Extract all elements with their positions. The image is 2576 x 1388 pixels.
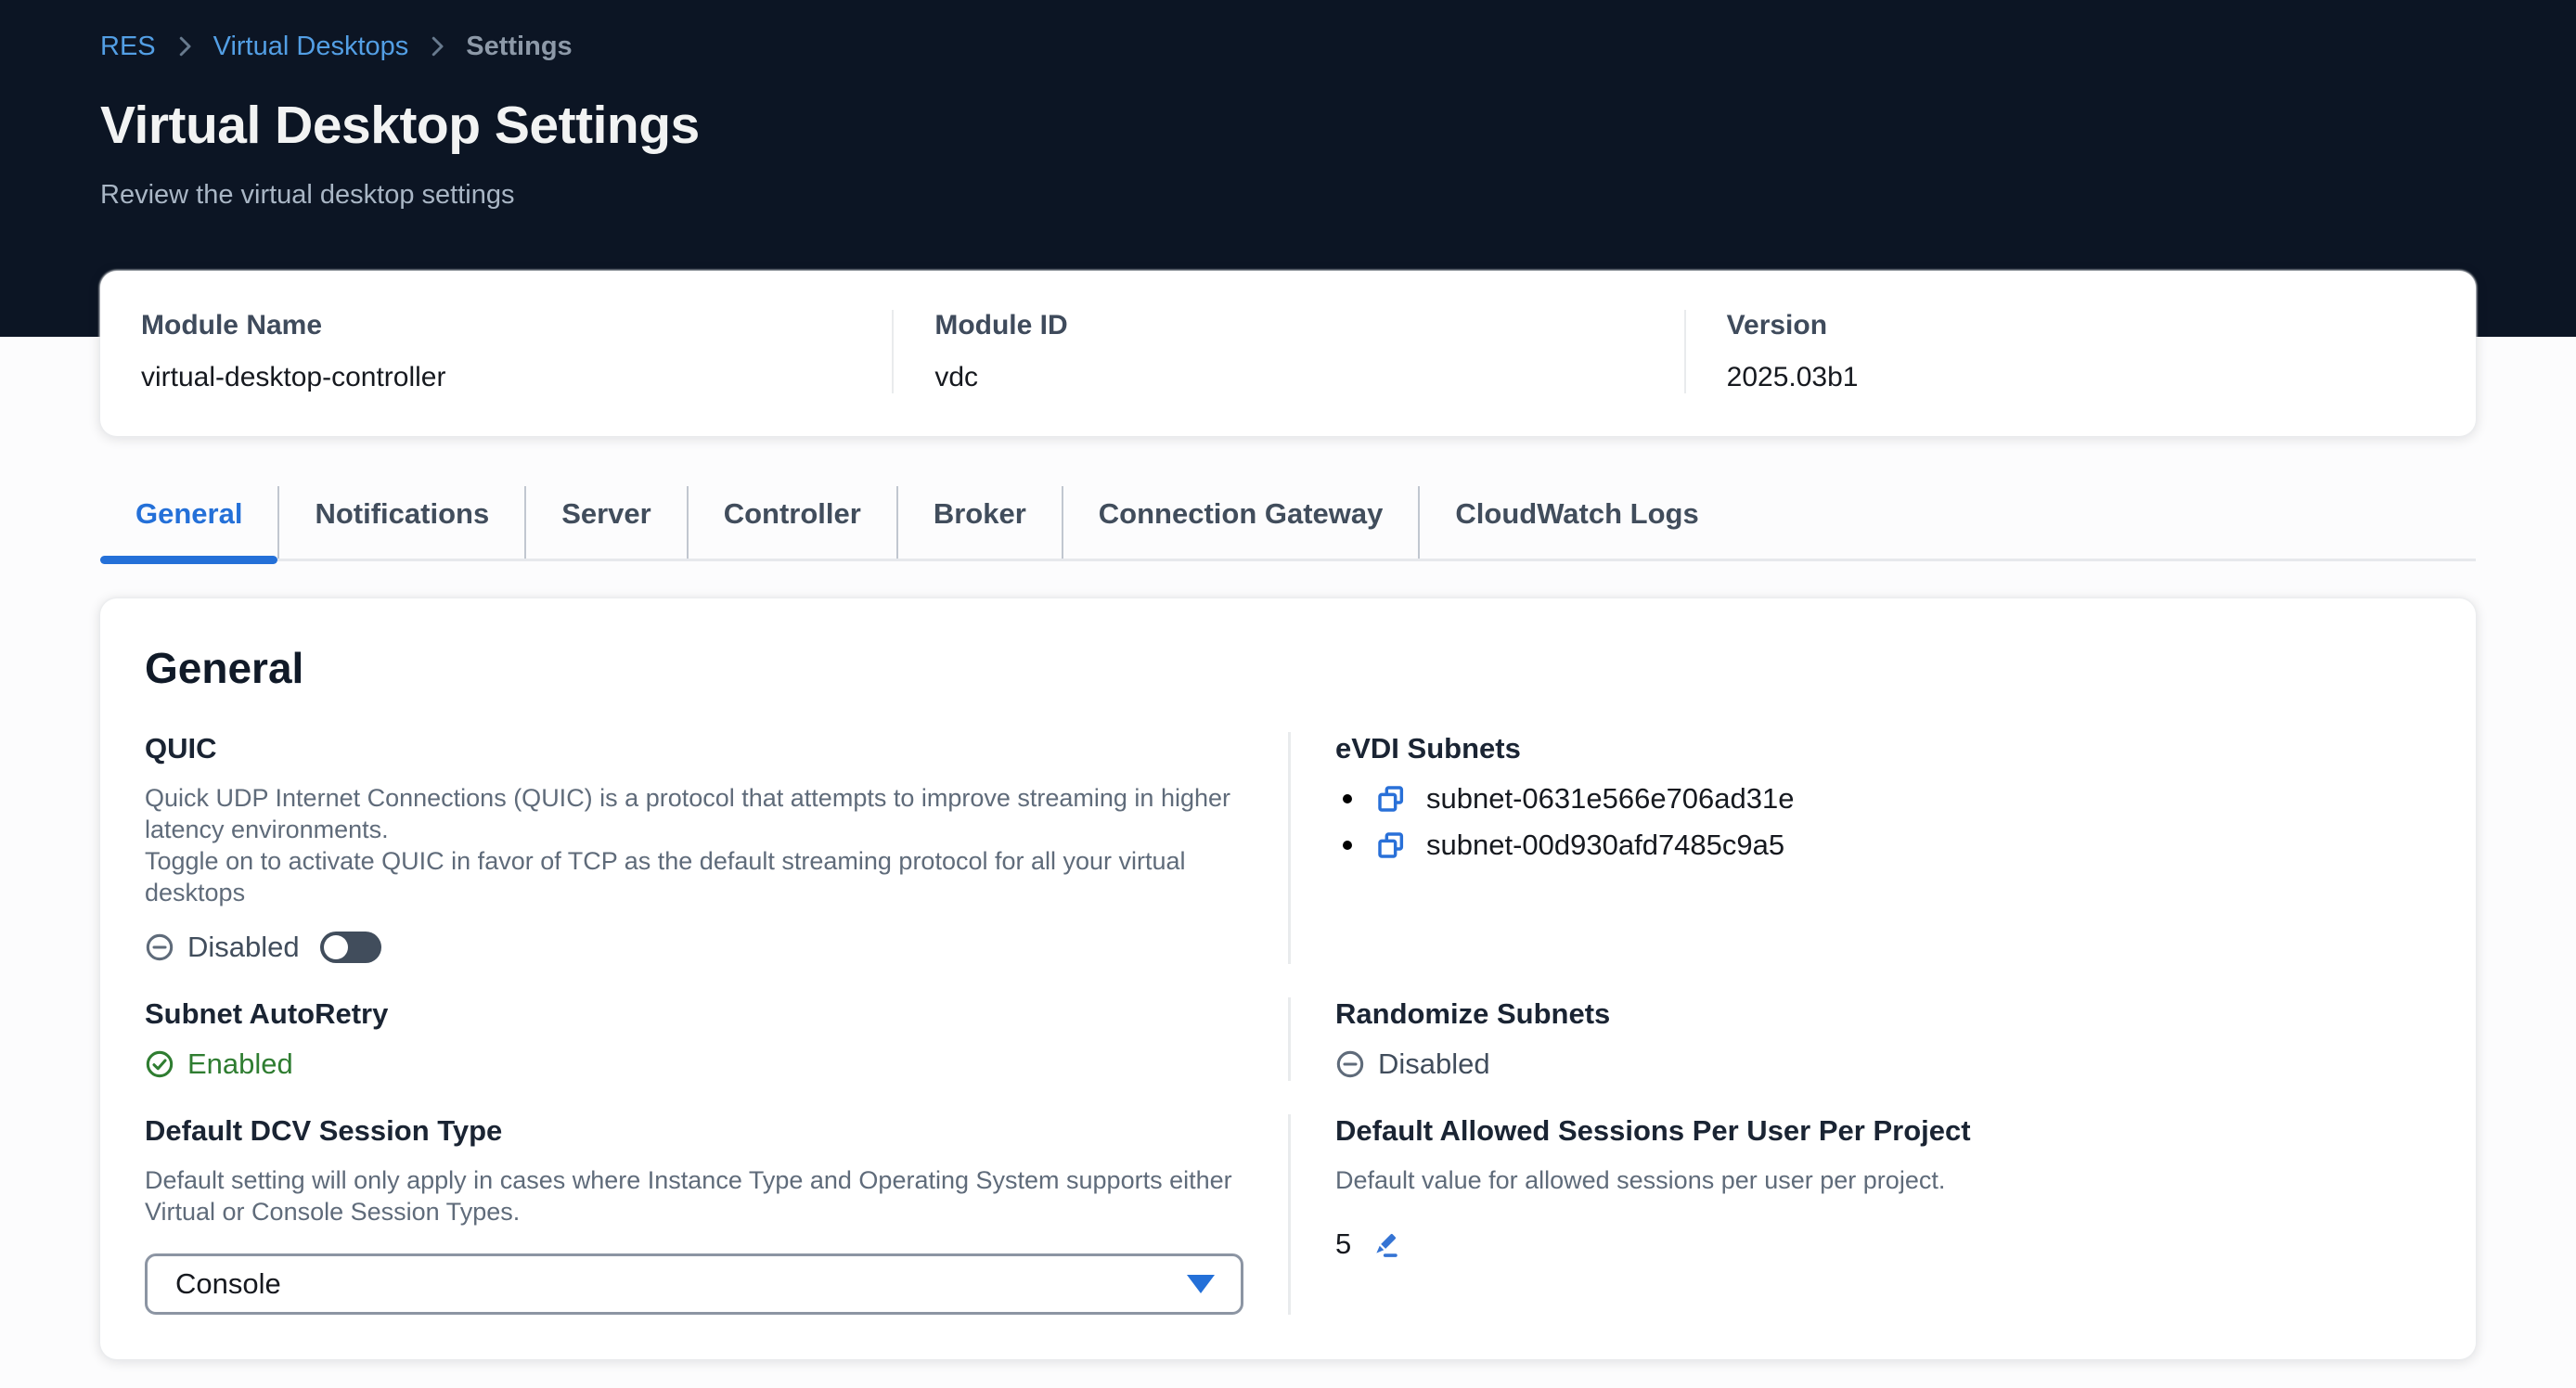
quic-status-text: Disabled bbox=[187, 931, 300, 964]
randomize-subnets-status-row: Disabled bbox=[1335, 1047, 2431, 1081]
tab-server[interactable]: Server bbox=[524, 486, 687, 559]
quic-toggle[interactable] bbox=[320, 932, 381, 963]
breadcrumb-link-res[interactable]: RES bbox=[100, 28, 156, 65]
module-id-value: vdc bbox=[934, 362, 1642, 393]
tab-notifications[interactable]: Notifications bbox=[277, 486, 524, 559]
default-allowed-sessions-field: Default Allowed Sessions Per User Per Pr… bbox=[1288, 1114, 2431, 1315]
tab-broker[interactable]: Broker bbox=[896, 486, 1062, 559]
subnet-autoretry-status-row: Enabled bbox=[145, 1047, 1243, 1081]
main-content: Module Name virtual-desktop-controller M… bbox=[100, 271, 2476, 1359]
caret-down-icon bbox=[1187, 1275, 1215, 1293]
general-section-heading: General bbox=[145, 643, 2431, 693]
subnet-id-text: subnet-00d930afd7485c9a5 bbox=[1426, 829, 1784, 862]
default-dcv-session-type-field: Default DCV Session Type Default setting… bbox=[145, 1114, 1288, 1315]
default-allowed-sessions-description: Default value for allowed sessions per u… bbox=[1335, 1164, 2431, 1196]
default-allowed-sessions-value-row: 5 bbox=[1335, 1227, 2431, 1261]
default-dcv-session-type-label: Default DCV Session Type bbox=[145, 1114, 1243, 1148]
evdi-subnets-label: eVDI Subnets bbox=[1335, 732, 2431, 765]
module-name-field: Module Name virtual-desktop-controller bbox=[100, 310, 892, 393]
version-label: Version bbox=[1727, 310, 2435, 341]
breadcrumb: RES Virtual Desktops Settings bbox=[100, 28, 2476, 65]
page-title: Virtual Desktop Settings bbox=[100, 95, 2476, 156]
subnet-autoretry-field: Subnet AutoRetry Enabled bbox=[145, 997, 1288, 1081]
module-id-label: Module ID bbox=[934, 310, 1642, 341]
randomize-subnets-status-text: Disabled bbox=[1378, 1047, 1490, 1081]
enabled-check-circle-icon bbox=[145, 1049, 174, 1079]
copy-icon[interactable] bbox=[1376, 784, 1406, 814]
default-allowed-sessions-value: 5 bbox=[1335, 1227, 1351, 1261]
settings-tabs: General Notifications Server Controller … bbox=[100, 486, 2476, 561]
default-dcv-session-type-description: Default setting will only apply in cases… bbox=[145, 1164, 1243, 1227]
randomize-subnets-label: Randomize Subnets bbox=[1335, 997, 2431, 1031]
tab-connection-gateway[interactable]: Connection Gateway bbox=[1062, 486, 1419, 559]
quic-status-row: Disabled bbox=[145, 931, 1243, 964]
edit-pencil-icon[interactable] bbox=[1370, 1228, 1401, 1260]
chevron-right-icon bbox=[423, 32, 451, 60]
breadcrumb-link-virtual-desktops[interactable]: Virtual Desktops bbox=[213, 28, 409, 65]
tab-general[interactable]: General bbox=[100, 486, 277, 559]
evdi-subnet-list: subnet-0631e566e706ad31e subnet-00d930af… bbox=[1335, 782, 2431, 862]
subnet-list-item: subnet-0631e566e706ad31e bbox=[1335, 782, 2431, 816]
copy-icon[interactable] bbox=[1376, 830, 1406, 860]
randomize-subnets-field: Randomize Subnets Disabled bbox=[1288, 997, 2431, 1081]
subnet-autoretry-label: Subnet AutoRetry bbox=[145, 997, 1243, 1031]
disabled-minus-circle-icon bbox=[145, 932, 174, 962]
toggle-knob bbox=[324, 935, 348, 959]
module-name-value: virtual-desktop-controller bbox=[141, 362, 851, 393]
default-allowed-sessions-label: Default Allowed Sessions Per User Per Pr… bbox=[1335, 1114, 2431, 1148]
quic-description-2: Toggle on to activate QUIC in favor of T… bbox=[145, 845, 1243, 908]
general-settings-card: General QUIC Quick UDP Internet Connecti… bbox=[100, 598, 2476, 1359]
dcv-session-type-selected-value: Console bbox=[175, 1267, 281, 1301]
version-value: 2025.03b1 bbox=[1727, 362, 2435, 393]
subnet-id-text: subnet-0631e566e706ad31e bbox=[1426, 782, 1795, 816]
quic-label: QUIC bbox=[145, 732, 1243, 765]
subnet-list-item: subnet-00d930afd7485c9a5 bbox=[1335, 829, 2431, 862]
breadcrumb-current: Settings bbox=[466, 28, 572, 65]
quic-description-1: Quick UDP Internet Connections (QUIC) is… bbox=[145, 782, 1243, 845]
tab-cloudwatch-logs[interactable]: CloudWatch Logs bbox=[1418, 486, 1733, 559]
tab-controller[interactable]: Controller bbox=[687, 486, 896, 559]
version-field: Version 2025.03b1 bbox=[1684, 310, 2476, 393]
settings-grid: QUIC Quick UDP Internet Connections (QUI… bbox=[145, 732, 2431, 1315]
module-name-label: Module Name bbox=[141, 310, 851, 341]
module-id-field: Module ID vdc bbox=[892, 310, 1683, 393]
evdi-subnets-field: eVDI Subnets subnet-0631e566e706ad31e su… bbox=[1288, 732, 2431, 964]
subnet-autoretry-status-text: Enabled bbox=[187, 1047, 293, 1081]
quic-field: QUIC Quick UDP Internet Connections (QUI… bbox=[145, 732, 1288, 964]
dcv-session-type-select[interactable]: Console bbox=[145, 1253, 1243, 1315]
module-info-card: Module Name virtual-desktop-controller M… bbox=[100, 271, 2476, 436]
page-subtitle: Review the virtual desktop settings bbox=[100, 180, 2476, 211]
disabled-minus-circle-icon bbox=[1335, 1049, 1365, 1079]
chevron-right-icon bbox=[171, 32, 199, 60]
